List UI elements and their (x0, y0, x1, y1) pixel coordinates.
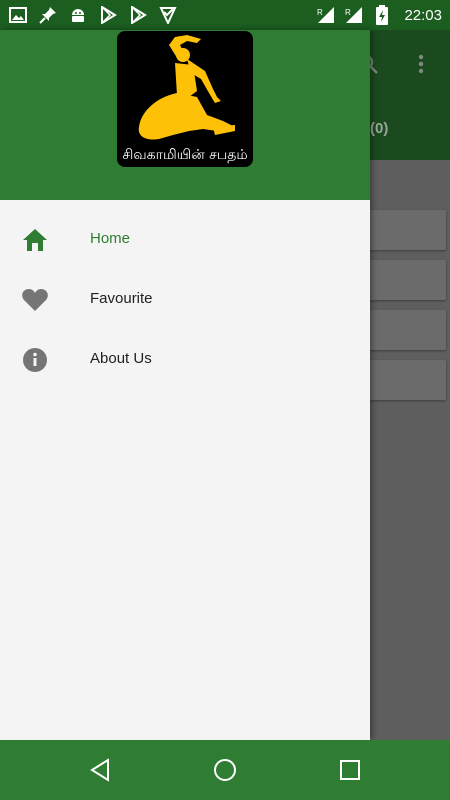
play-store-icon (98, 5, 118, 25)
back-icon[interactable] (86, 756, 114, 784)
svg-text:R: R (345, 8, 351, 17)
signal-r-icon: R (344, 5, 364, 25)
drawer-item-label: Home (90, 230, 131, 247)
home-circle-icon[interactable] (211, 756, 239, 784)
background-card (366, 360, 446, 400)
drawer-header: சிவகாமியின் சபதம் (0, 30, 370, 200)
battery-charging-icon (372, 5, 392, 25)
background-tab-count: (0) (370, 120, 389, 137)
drawer-item-home[interactable]: Home (0, 210, 370, 270)
svg-text:R: R (317, 8, 323, 17)
android-icon (68, 5, 88, 25)
check-shield-icon (158, 5, 178, 25)
info-icon (21, 347, 49, 373)
drawer-item-favourite[interactable]: Favourite (0, 270, 370, 330)
status-time: 22:03 (404, 6, 442, 24)
status-bar: R R 22:03 (0, 0, 450, 30)
drawer-item-label: About Us (90, 350, 152, 367)
dancer-logo-art: சிவகாமியின் சபதம் (122, 35, 248, 163)
more-vert-icon (414, 52, 428, 81)
signal-r-icon: R (316, 5, 336, 25)
background-card (366, 310, 446, 350)
navigation-drawer: சிவகாமியின் சபதம் Home Favourite About U… (0, 30, 370, 740)
pin-icon (38, 5, 58, 25)
app-logo: சிவகாமியின் சபதம் (117, 31, 253, 167)
logo-title-text: சிவகாமியின் சபதம் (122, 147, 247, 163)
system-nav-bar (0, 740, 450, 800)
background-card (366, 260, 446, 300)
home-icon (21, 227, 49, 253)
drawer-item-label: Favourite (90, 290, 153, 307)
gallery-icon (8, 5, 28, 25)
background-card (366, 210, 446, 250)
drawer-item-about-us[interactable]: About Us (0, 330, 370, 390)
recents-icon[interactable] (336, 756, 364, 784)
heart-icon (21, 287, 49, 313)
play-store-icon (128, 5, 148, 25)
